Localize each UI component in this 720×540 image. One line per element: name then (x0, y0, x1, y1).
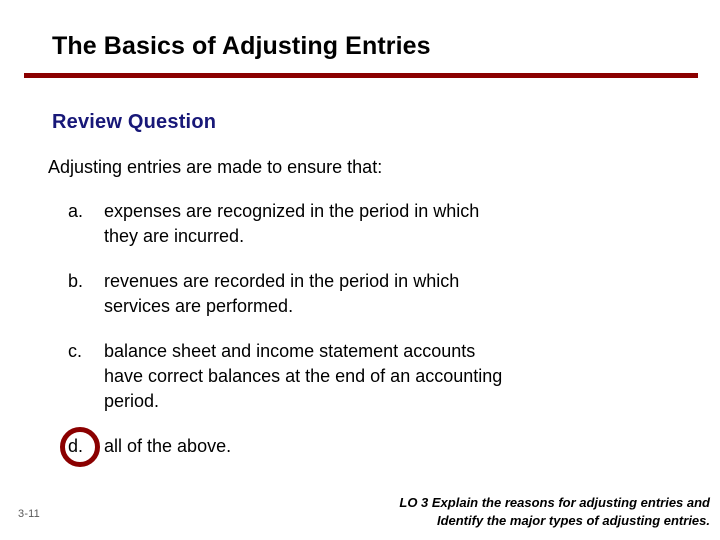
option-b-line-2: services are performed. (104, 296, 294, 316)
option-text-b: revenues are recorded in the period in w… (104, 269, 666, 319)
option-a-line-1: expenses are recognized in the period in… (104, 201, 480, 221)
option-text-c: balance sheet and income statement accou… (104, 339, 666, 414)
option-d-line-1: all of the above. (104, 436, 232, 456)
answer-option-a[interactable]: a. expenses are recognized in the period… (66, 199, 666, 249)
review-question-heading: Review Question (52, 111, 217, 133)
option-a-line-2: they are incurred. (104, 226, 245, 246)
answer-option-c[interactable]: c. balance sheet and income statement ac… (66, 339, 666, 414)
learning-objective-footer: LO 3 Explain the reasons for adjusting e… (240, 494, 710, 530)
option-b-line-1: revenues are recorded in the period in w… (104, 271, 460, 291)
page-title: The Basics of Adjusting Entries (52, 32, 431, 60)
option-marker-d-circled: d. (60, 427, 104, 467)
option-text-d: all of the above. (104, 434, 666, 459)
slide-canvas: The Basics of Adjusting Entries Review Q… (0, 0, 720, 540)
answer-option-b[interactable]: b. revenues are recorded in the period i… (66, 269, 666, 319)
question-stem: Adjusting entries are made to ensure tha… (48, 157, 383, 177)
answer-options-list: a. expenses are recognized in the period… (60, 199, 666, 479)
answer-option-d[interactable]: d. all of the above. (60, 427, 666, 467)
option-marker-a: a. (68, 201, 84, 221)
option-marker-b: b. (68, 271, 84, 291)
learning-objective-line-1: LO 3 Explain the reasons for adjusting e… (399, 495, 710, 510)
option-c-line-1: balance sheet and income statement accou… (104, 341, 476, 361)
option-marker-c: c. (68, 341, 83, 361)
title-divider-rule (24, 73, 698, 78)
option-c-line-3: period. (104, 391, 160, 411)
option-text-a: expenses are recognized in the period in… (104, 199, 666, 249)
option-c-line-2: have correct balances at the end of an a… (104, 366, 503, 386)
page-number: 3-11 (18, 508, 40, 520)
learning-objective-line-2: Identify the major types of adjusting en… (436, 513, 710, 528)
